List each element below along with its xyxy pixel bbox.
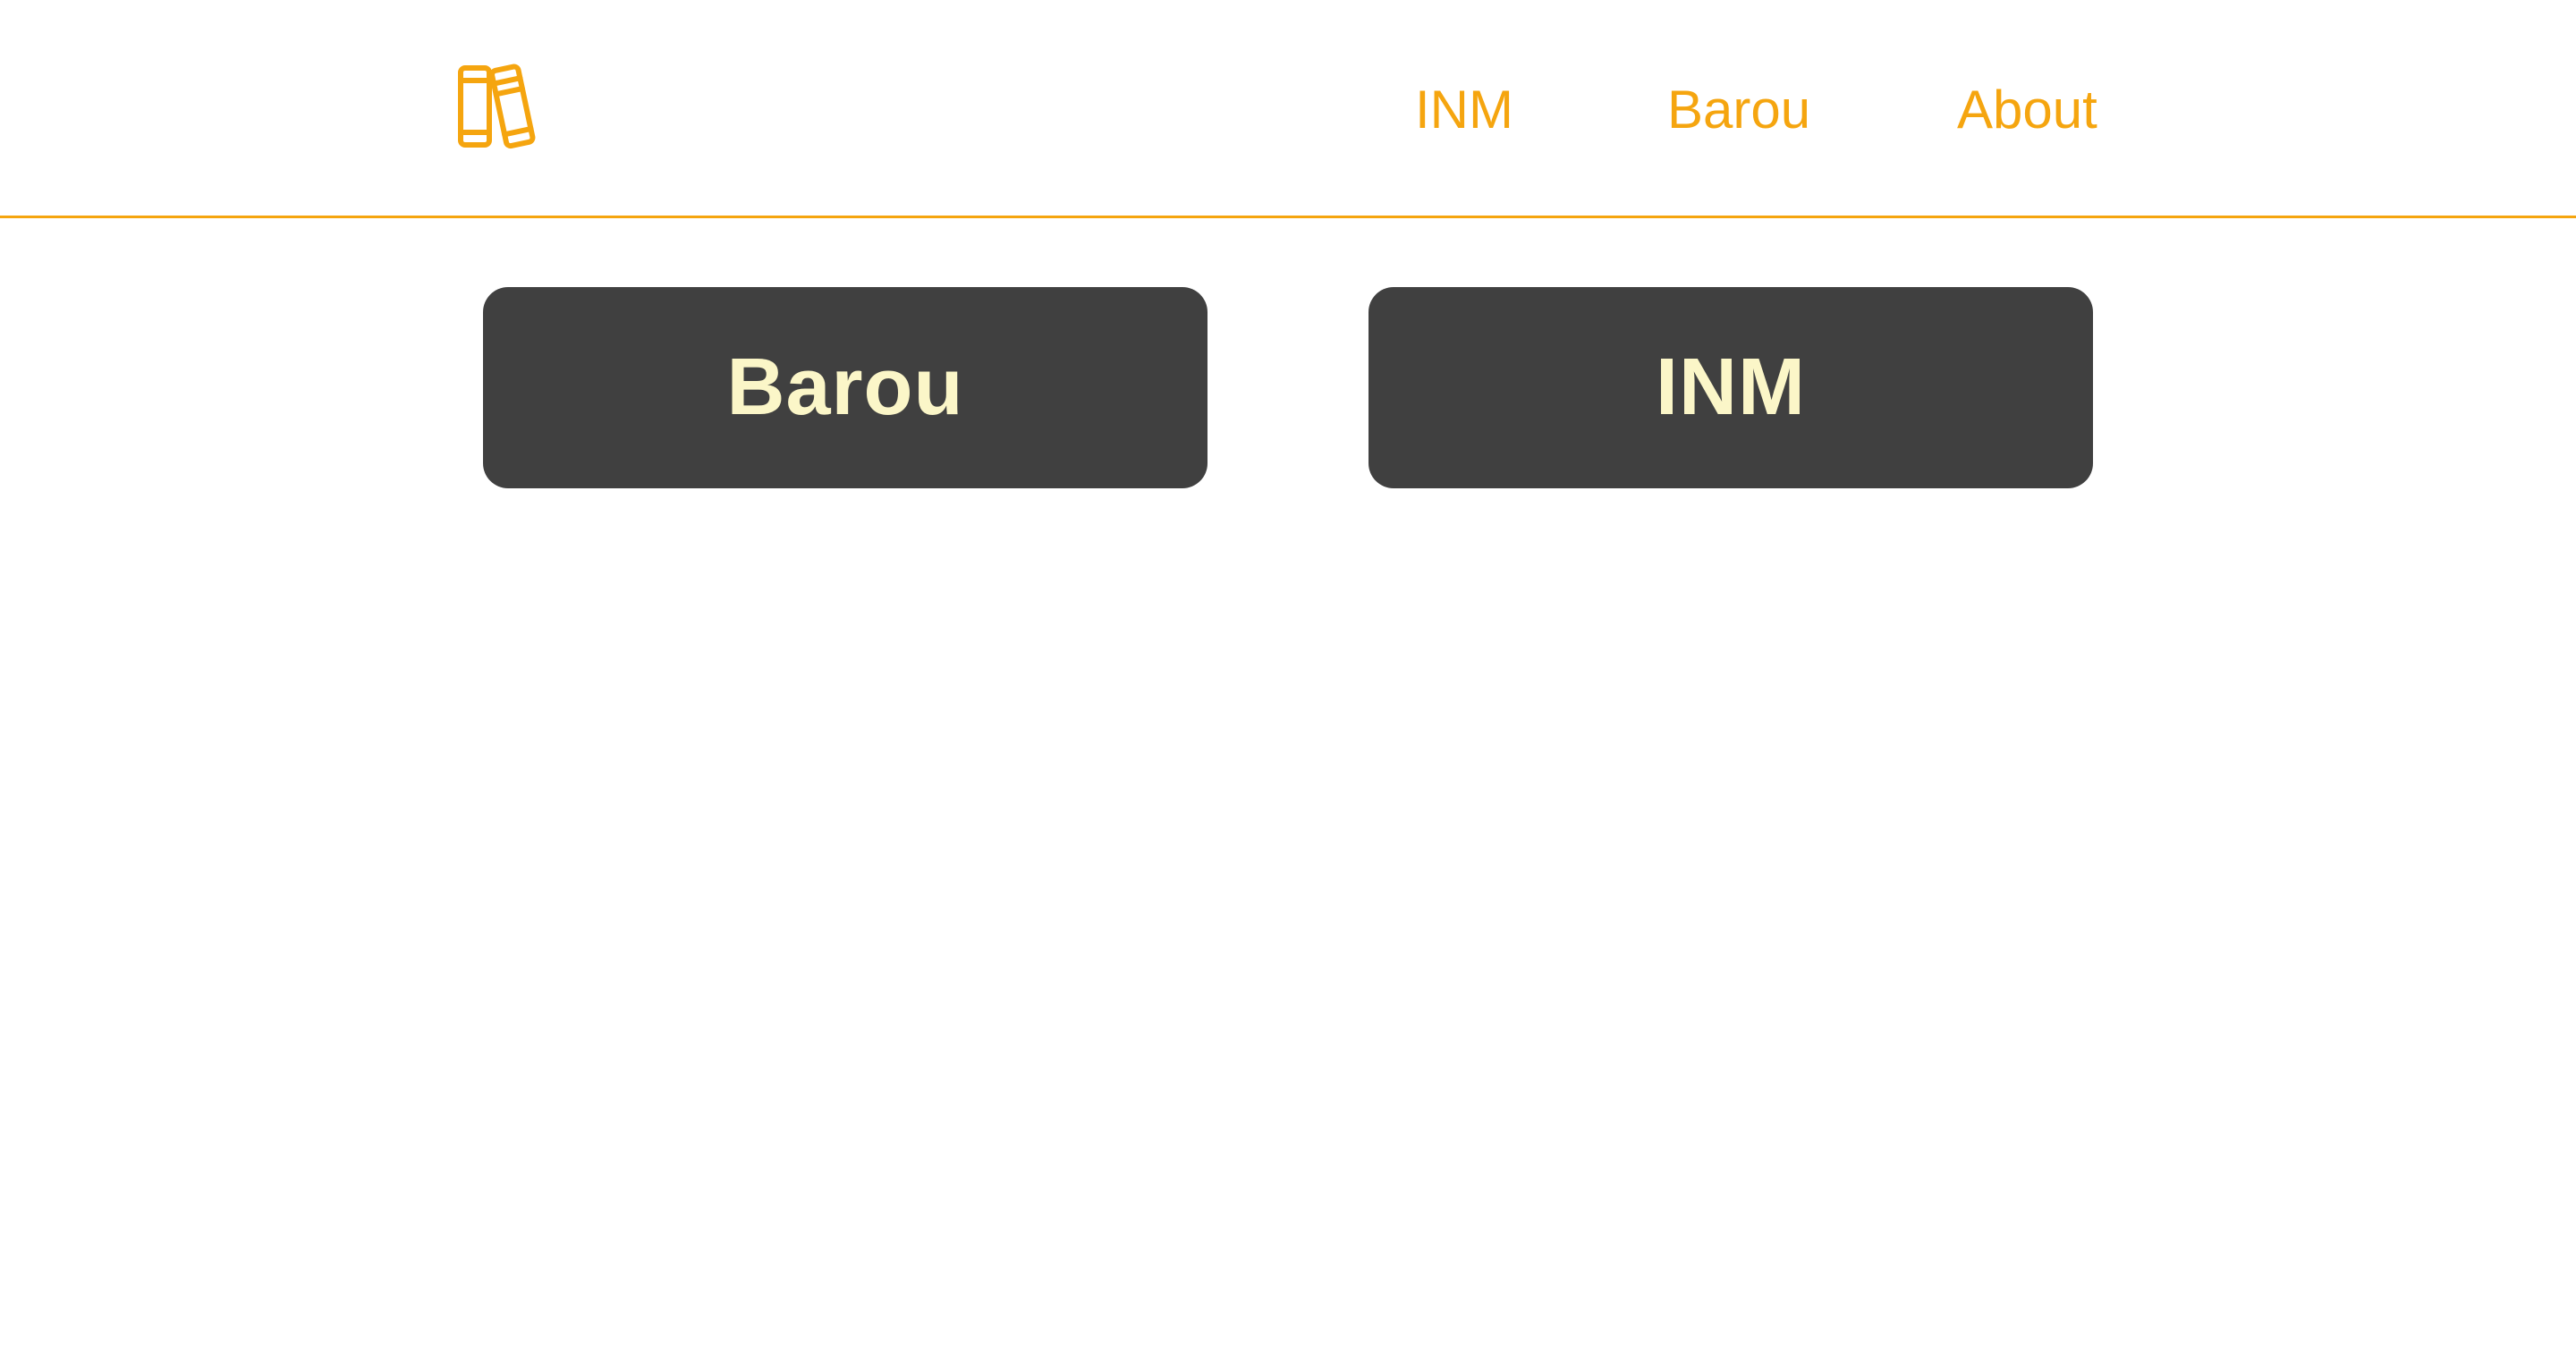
nav-link-barou[interactable]: Barou [1667, 79, 1810, 141]
nav-link-inm[interactable]: INM [1415, 79, 1513, 141]
inm-card-label: INM [1656, 343, 1806, 432]
barou-card-button[interactable]: Barou [483, 287, 1208, 488]
inm-card-button[interactable]: INM [1368, 287, 2093, 488]
nav-link-about[interactable]: About [1957, 79, 2097, 141]
barou-card-label: Barou [726, 343, 964, 432]
books-icon[interactable] [456, 63, 542, 150]
site-header: INM Barou About [0, 0, 2576, 218]
